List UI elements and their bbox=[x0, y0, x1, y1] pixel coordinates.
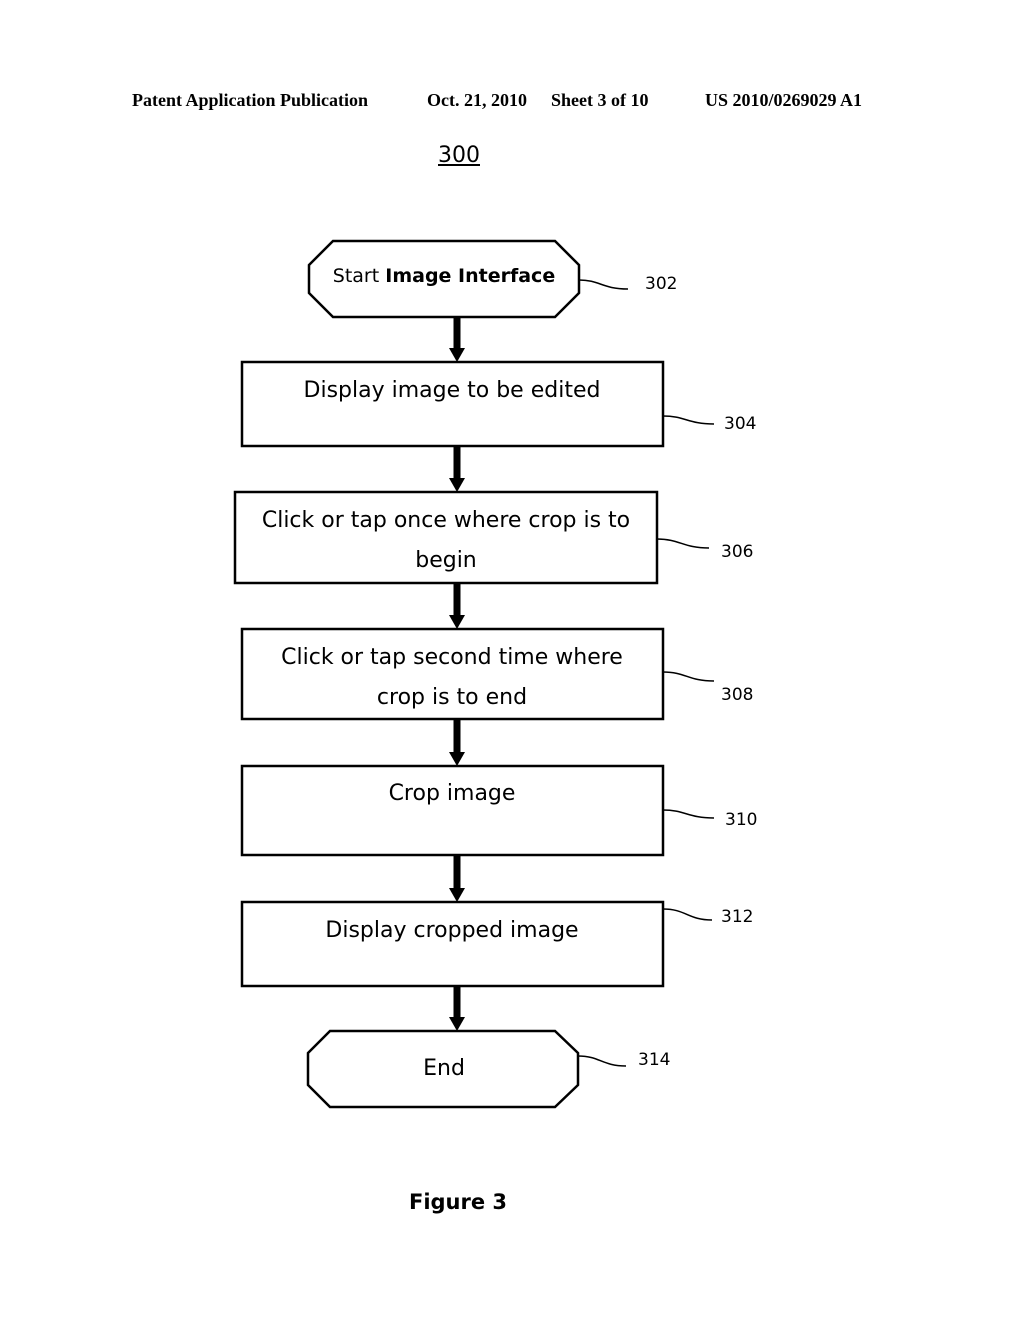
figure-caption: Figure 3 bbox=[408, 1190, 508, 1214]
arrow-head bbox=[449, 888, 465, 902]
node-click-once: Click or tap once where crop is to begin bbox=[233, 490, 659, 585]
node-label: Start Image Interface bbox=[333, 265, 555, 287]
arrow-head bbox=[449, 752, 465, 766]
node-click-second: Click or tap second time where crop is t… bbox=[240, 627, 665, 721]
ref-label-308: 308 bbox=[721, 685, 753, 705]
arrow-head bbox=[449, 478, 465, 492]
ref-label-312: 312 bbox=[721, 907, 753, 927]
node-label: End bbox=[423, 1056, 465, 1081]
node-label: Display cropped image bbox=[325, 918, 578, 943]
arrow-302-to-304 bbox=[449, 317, 465, 362]
leader-line-308 bbox=[662, 671, 715, 682]
flowchart: Start Image Interface Display image to b… bbox=[233, 239, 757, 1109]
leader-line-312 bbox=[662, 908, 713, 921]
node-display-image: Display image to be edited bbox=[240, 360, 665, 448]
arrow-306-to-308 bbox=[449, 583, 465, 629]
arrow-head bbox=[449, 348, 465, 362]
ref-label-310: 310 bbox=[725, 810, 757, 830]
arrow-head bbox=[449, 615, 465, 629]
node-label-line2: begin bbox=[415, 548, 477, 573]
arrow-312-to-314 bbox=[449, 986, 465, 1031]
ref-label-302: 302 bbox=[645, 274, 677, 294]
process-box bbox=[240, 900, 665, 988]
node-label: Crop image bbox=[389, 781, 516, 806]
leader-line-306 bbox=[656, 538, 710, 549]
arrow-304-to-306 bbox=[449, 446, 465, 492]
ref-label-304: 304 bbox=[724, 414, 756, 434]
ref-label-314: 314 bbox=[638, 1050, 670, 1070]
process-box bbox=[240, 764, 665, 857]
leader-line-310 bbox=[662, 809, 715, 819]
leader-line-304 bbox=[662, 415, 715, 425]
node-label-line2: crop is to end bbox=[377, 685, 527, 710]
node-end: End bbox=[306, 1029, 580, 1109]
arrow-308-to-310 bbox=[449, 719, 465, 766]
node-label: Display image to be edited bbox=[304, 378, 601, 403]
node-display-cropped: Display cropped image bbox=[240, 900, 665, 988]
node-crop-image: Crop image bbox=[240, 764, 665, 857]
arrow-head bbox=[449, 1017, 465, 1031]
process-box bbox=[240, 360, 665, 448]
node-label-line1: Click or tap once where crop is to bbox=[262, 508, 630, 533]
leader-line-302 bbox=[578, 279, 629, 290]
node-start: Start Image Interface bbox=[307, 239, 581, 319]
arrow-310-to-312 bbox=[449, 855, 465, 902]
leader-line-314 bbox=[577, 1055, 627, 1067]
ref-label-306: 306 bbox=[721, 542, 753, 562]
node-label-line1: Click or tap second time where bbox=[281, 645, 623, 670]
